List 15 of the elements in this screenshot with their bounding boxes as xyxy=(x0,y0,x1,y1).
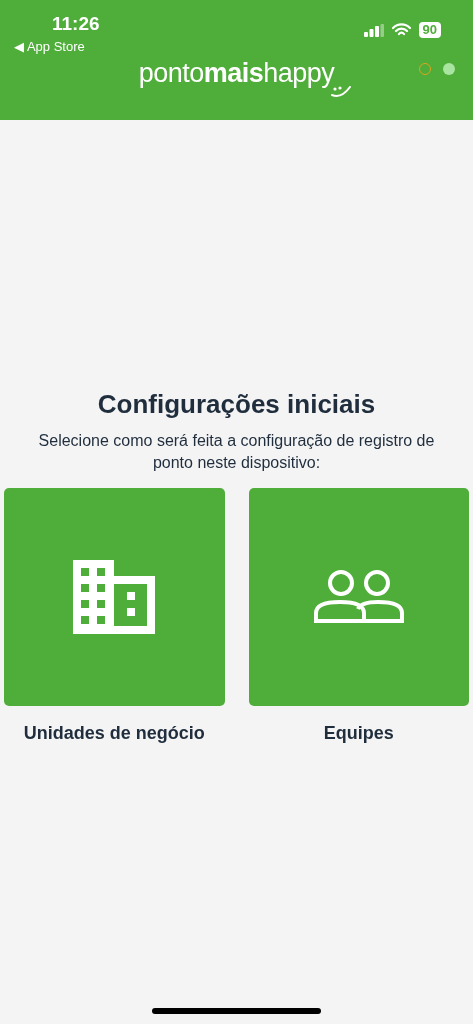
building-icon xyxy=(73,560,156,635)
option-label: Equipes xyxy=(322,722,395,746)
option-label: Unidades de negócio xyxy=(22,722,206,746)
instruction-text: Selecione como será feita a configuração de registro de ponto neste dispositivo: xyxy=(37,431,436,474)
page-title: Configurações iniciais xyxy=(96,388,377,421)
team-icon xyxy=(313,569,404,626)
signal-icon xyxy=(363,23,384,37)
logo: pontomaishappy xyxy=(138,57,335,90)
wifi-icon xyxy=(391,23,411,37)
smile-icon xyxy=(330,86,352,98)
status-time: 11:26 xyxy=(52,12,100,36)
battery-level: 90 xyxy=(418,22,441,38)
team-option-button[interactable] xyxy=(248,488,469,707)
back-link[interactable]: ◀ App Store xyxy=(14,37,85,57)
business-unit-option-button[interactable] xyxy=(4,488,225,707)
